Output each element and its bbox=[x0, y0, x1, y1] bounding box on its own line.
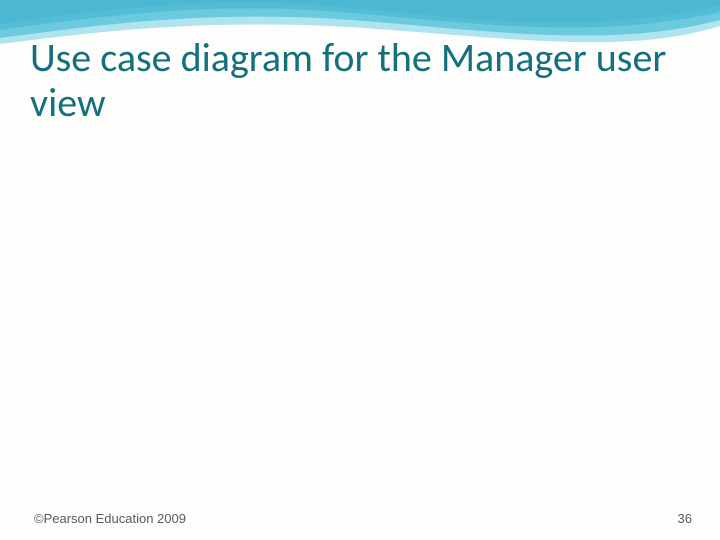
slide-title: Use case diagram for the Manager user vi… bbox=[30, 36, 690, 126]
page-number: 36 bbox=[678, 511, 692, 526]
footer-copyright: ©Pearson Education 2009 bbox=[34, 511, 186, 526]
